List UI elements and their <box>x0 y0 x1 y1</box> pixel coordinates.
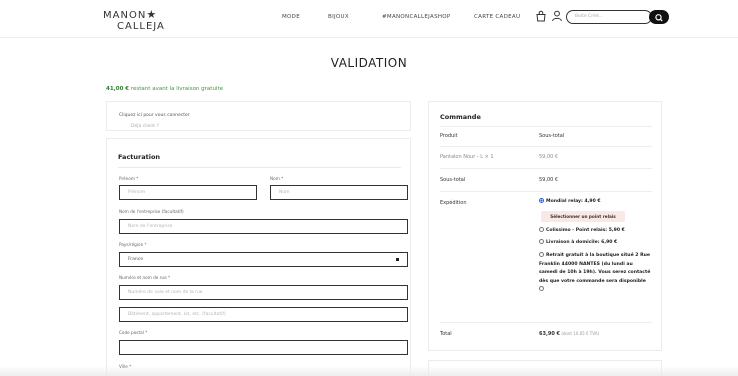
street2-input[interactable]: Bâtiment, appartement, lot, etc. (facult… <box>119 307 408 322</box>
radio-selected-icon[interactable] <box>539 198 544 203</box>
divider <box>118 167 401 168</box>
prenom-input[interactable]: Prénom <box>119 185 257 200</box>
star-icon: ★ <box>146 8 158 21</box>
brand-line1: MANON <box>103 10 147 21</box>
dropdown-caret-icon <box>396 258 399 261</box>
shipping-option-retrait-label: Retrait gratuit à la boutique situé 2 Ru… <box>539 253 651 284</box>
shipping-option-domicile[interactable]: Livraison à domicile: 6,90 € <box>539 239 651 248</box>
select-relay-button[interactable]: Sélectionner un point relais <box>541 211 625 222</box>
site-header: MANON★ CALLEJA MODE BIJOUX #MANONCALLEJA… <box>0 0 738 38</box>
brand-line2: CALLEJA <box>117 21 165 32</box>
nav-bijoux[interactable]: BIJOUX <box>328 14 349 20</box>
info-circle-icon <box>539 286 544 291</box>
shipping-option-colissimo[interactable]: Colissimo - Point relais: 5,90 € <box>539 227 651 236</box>
search-icon <box>655 14 663 22</box>
subtotal-value: 59,00 € <box>539 177 559 183</box>
shipping-option-mondial[interactable]: Mondial relay: 4,90 € <box>539 198 651 207</box>
brand-logo[interactable]: MANON★ CALLEJA <box>103 9 165 32</box>
divider <box>440 322 652 323</box>
shipping-label: Expédition <box>440 200 467 206</box>
nom-label: Nom * <box>270 176 284 181</box>
subtotal-label: Sous-total <box>440 177 466 183</box>
bottom-fade <box>0 366 738 376</box>
total-amount: 63,90 € <box>539 331 561 337</box>
total-label: Total <box>440 331 452 337</box>
total-tax: (dont 10,65 € TVA) <box>560 331 599 336</box>
total-value: 63,90 € (dont 10,65 € TVA) <box>539 331 599 337</box>
nav-shop[interactable]: #MANONCALLEJASHOP <box>382 14 451 20</box>
shipping-option-domicile-label: Livraison à domicile: 6,90 € <box>546 240 618 245</box>
billing-form: Facturation Prénom * Prénom Nom * Nom No… <box>106 138 411 376</box>
login-prompt-text: Déjà client ? Cliquez ici pour vous conn… <box>119 113 190 129</box>
nom-input[interactable]: Nom <box>270 185 408 200</box>
radio-icon[interactable] <box>539 239 544 244</box>
country-label: Pays/région * <box>119 242 147 247</box>
item-title: Pantalon Nour - L <box>440 154 484 160</box>
account-icon[interactable] <box>551 10 563 22</box>
company-input[interactable]: Nom de l'entreprise <box>119 219 408 234</box>
nav-mode[interactable]: MODE <box>282 14 300 20</box>
order-summary: Commande Produit Sous-total Pantalon Nou… <box>428 101 662 351</box>
country-value: France <box>128 257 143 262</box>
free-shipping-text: restant avant la livraison gratuite <box>129 86 223 92</box>
search-button[interactable] <box>649 10 669 24</box>
divider <box>440 126 652 127</box>
login-prompt-question: Déjà client ? <box>131 124 159 129</box>
col-product-header: Produit <box>440 133 458 139</box>
order-title: Commande <box>440 113 481 121</box>
free-shipping-note: 41,00 € restant avant la livraison gratu… <box>106 86 223 92</box>
country-select[interactable]: France <box>119 252 408 267</box>
radio-icon[interactable] <box>539 252 544 257</box>
item-qty: × 1 <box>484 154 494 160</box>
divider <box>440 168 652 169</box>
shipping-option-retrait[interactable]: Retrait gratuit à la boutique situé 2 Ru… <box>539 252 651 295</box>
nav-carte-cadeau[interactable]: CARTE CADEAU <box>474 14 520 20</box>
login-prompt: Déjà client ? Cliquez ici pour vous conn… <box>106 101 411 131</box>
radio-icon[interactable] <box>539 227 544 232</box>
prenom-label: Prénom * <box>119 176 139 181</box>
shipping-option-mondial-label: Mondial relay: 4,90 € <box>546 199 601 204</box>
item-name: Pantalon Nour - L × 1 <box>440 154 494 160</box>
col-subtotal-header: Sous-total <box>539 133 565 139</box>
postcode-label: Code postal * <box>119 330 148 335</box>
item-price: 59,00 € <box>539 154 559 160</box>
shipping-option-colissimo-label: Colissimo - Point relais: 5,90 € <box>546 228 625 233</box>
search-bar: Boite Créd... <box>566 10 669 24</box>
street-input[interactable]: Numéro de voie et nom de la rue <box>119 285 408 300</box>
divider <box>440 146 652 147</box>
login-link[interactable]: Cliquez ici pour vous connecter <box>119 113 190 118</box>
postcode-input[interactable] <box>119 340 408 355</box>
page-title: VALIDATION <box>330 56 408 70</box>
billing-title: Facturation <box>118 153 161 161</box>
bag-icon[interactable] <box>535 10 547 22</box>
free-shipping-amount: 41,00 € <box>106 86 130 92</box>
search-input[interactable]: Boite Créd... <box>566 10 652 24</box>
company-label: Nom de l'entreprise (facultatif) <box>119 209 184 214</box>
street-label: Numéro et nom de rue * <box>119 275 171 280</box>
divider <box>440 191 652 192</box>
